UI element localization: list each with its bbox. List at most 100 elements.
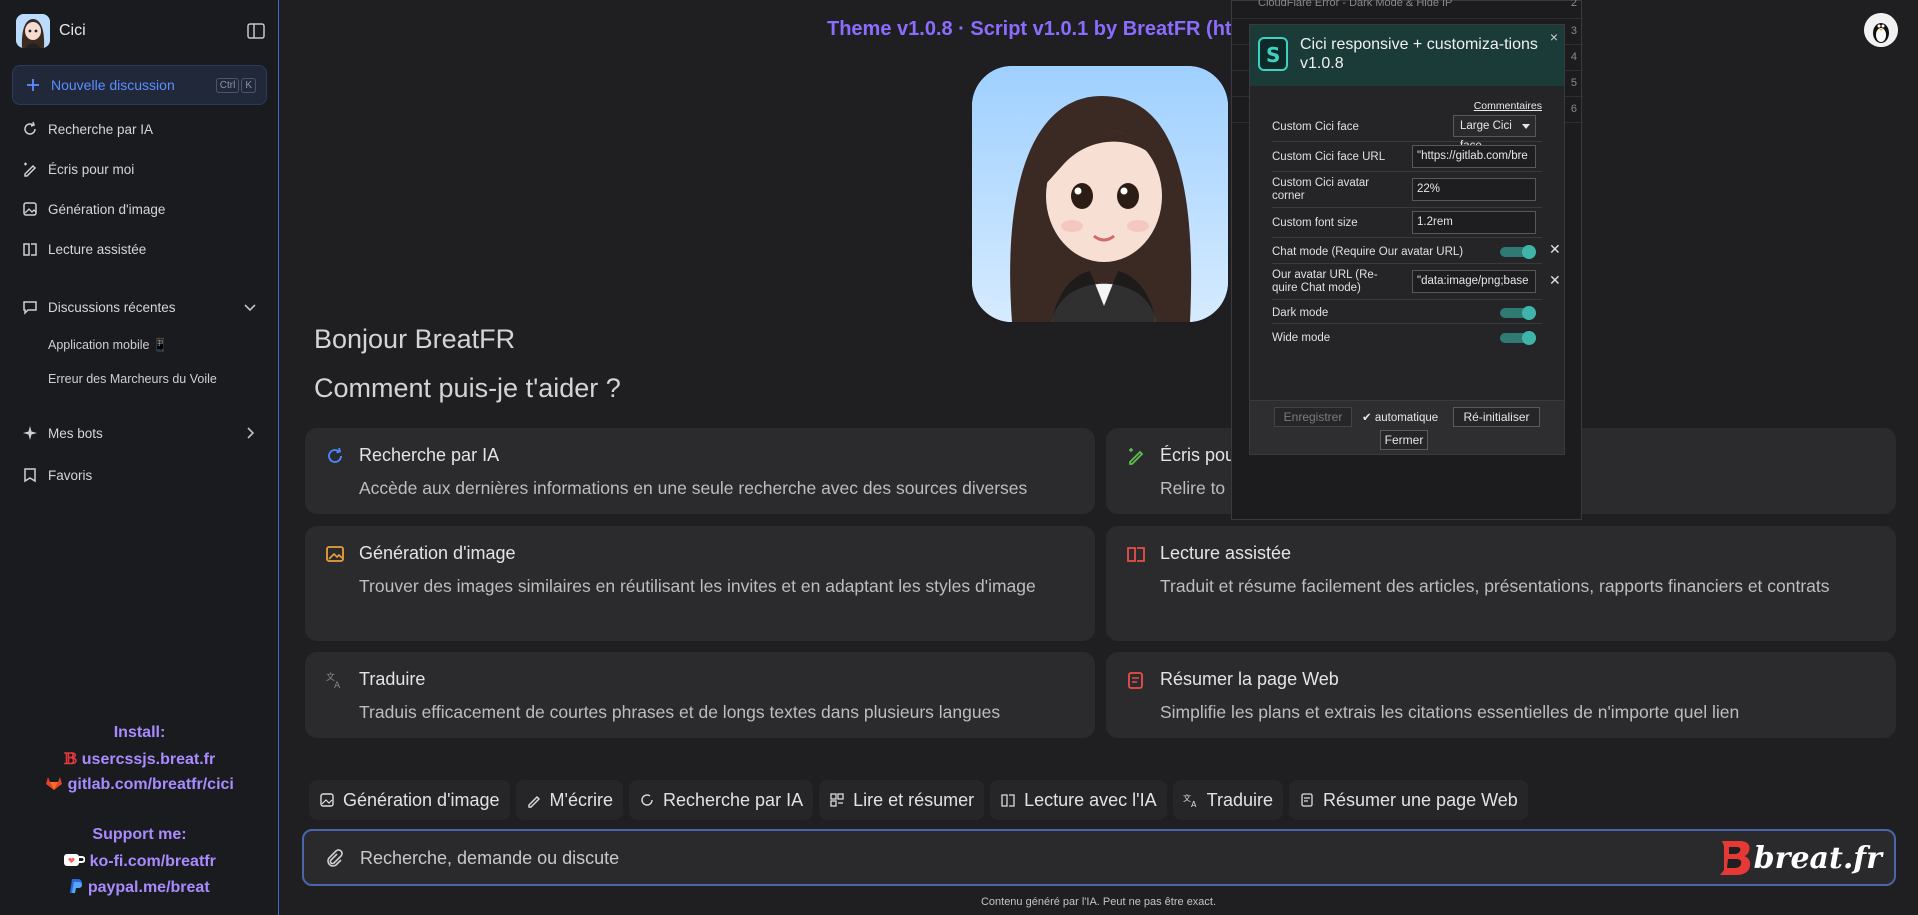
chip-label: Lecture avec l'IA: [1024, 789, 1157, 810]
chip-label: Résumer une page Web: [1323, 789, 1518, 810]
brand-text: breat.fr: [1753, 840, 1882, 876]
cici-logo-avatar[interactable]: [16, 14, 50, 48]
suggestion-card-translate[interactable]: 文A Traduire Traduis efficacement de cour…: [305, 652, 1095, 738]
setting-row-our-avatar: Our avatar URL (Re-quire Chat mode) "dat…: [1272, 264, 1561, 300]
sidebar-item-image-generation[interactable]: Génération d'image: [22, 197, 165, 221]
setting-label: Custom font size: [1272, 217, 1358, 229]
support-link-kofi[interactable]: ko-fi.com/breatfr: [0, 852, 279, 871]
extension-row[interactable]: CloudFlare Error - Dark Mode & Hide IP 2: [1232, 0, 1583, 19]
sidebar-item-assisted-reading[interactable]: Lecture assistée: [22, 237, 146, 261]
chevron-right-icon: [247, 427, 255, 439]
sidebar-item-label: Favoris: [48, 467, 93, 483]
sidebar-item-label: Mes bots: [48, 425, 103, 441]
reset-button[interactable]: Ré-initialiser: [1453, 407, 1540, 427]
dialog-header: S Cici responsive + customiza-tions v1.0…: [1250, 25, 1564, 86]
breat-logo-icon: 𝔹: [63, 749, 78, 768]
close-icon[interactable]: ×: [1550, 29, 1558, 45]
setting-row-corner: Custom Cici avatar corner 22%: [1272, 172, 1542, 208]
card-description: Trouver des images similaires en réutili…: [359, 576, 1036, 596]
chip-label: Génération d'image: [343, 789, 500, 810]
pen-icon: [527, 796, 540, 808]
dark-mode-toggle[interactable]: [1500, 306, 1536, 320]
suggestion-card-assisted-reading[interactable]: Lecture assistée Traduit et résume facil…: [1106, 526, 1896, 641]
chip-translate[interactable]: 文 A Traduire: [1172, 780, 1283, 820]
image-icon: [23, 202, 37, 216]
breat-logo-icon: [1719, 841, 1750, 875]
card-title: Traduire: [359, 669, 426, 689]
font-size-input[interactable]: 1.2rem: [1412, 211, 1536, 234]
user-avatar[interactable]: [1864, 13, 1898, 47]
close-dialog-button[interactable]: Fermer: [1380, 430, 1428, 450]
ai-disclaimer: Contenu généré par l'IA. Peut ne pas êtr…: [980, 896, 1217, 908]
face-url-input[interactable]: "https://gitlab.com/bre: [1412, 145, 1536, 168]
setting-label: Custom Cici avatar corner: [1272, 177, 1370, 202]
card-description: Accède aux dernières informations en une…: [359, 478, 1028, 498]
chevron-down-icon: [244, 304, 256, 312]
sidebar-item-ai-search[interactable]: Recherche par IA: [22, 117, 153, 141]
new-discussion-label: Nouvelle discussion: [51, 77, 175, 93]
sidebar-item-my-bots[interactable]: Mes bots: [22, 421, 257, 445]
install-label: Install:: [113, 724, 166, 741]
recent-discussions-toggle[interactable]: Discussions récentes: [22, 295, 257, 319]
new-discussion-button[interactable]: Nouvelle discussion Ctrl K: [12, 65, 267, 105]
summarize-icon: [1128, 672, 1143, 689]
chip-read-summarize[interactable]: Lire et résumer: [819, 780, 985, 820]
kofi-icon: [64, 854, 86, 866]
setting-label: Chat mode (Require Our avatar URL): [1272, 246, 1464, 258]
dialog-title: Cici responsive + customiza-tions v1.0.8: [1300, 36, 1538, 72]
image-icon: [326, 546, 344, 562]
greeting: Bonjour BreatFR: [314, 324, 516, 354]
recent-discussion-item[interactable]: Application mobile 📱: [48, 338, 168, 353]
auto-save-checkbox[interactable]: ✔ automatique: [1362, 410, 1438, 424]
image-icon: [320, 793, 334, 807]
clear-x-icon[interactable]: ✕: [1549, 272, 1561, 289]
book-icon: [23, 243, 37, 256]
install-link-usercssjs[interactable]: 𝔹 usercssjs.breat.fr: [0, 749, 279, 769]
svg-text:A: A: [334, 681, 341, 690]
extension-row-label: CloudFlare Error - Dark Mode & Hide IP: [1258, 0, 1453, 9]
card-description: Simplifie les plans et extrais les citat…: [1160, 702, 1740, 722]
wide-mode-toggle[interactable]: [1500, 331, 1536, 345]
clear-x-icon[interactable]: ✕: [1549, 241, 1561, 258]
card-title: Génération d'image: [359, 543, 516, 563]
sidebar-toggle-icon[interactable]: [246, 21, 266, 41]
setting-row-chat-mode: Chat mode (Require Our avatar URL) ✕: [1272, 238, 1561, 264]
support-link-paypal[interactable]: paypal.me/breat: [0, 878, 279, 897]
chip-image-generation[interactable]: Génération d'image: [309, 780, 510, 820]
chip-label: Traduire: [1206, 789, 1273, 810]
setting-label: Our avatar URL (Re-quire Chat mode): [1272, 269, 1378, 294]
sidebar-item-write[interactable]: Écris pour moi: [22, 157, 134, 181]
install-link-gitlab[interactable]: gitlab.com/breatfr/cici: [0, 775, 279, 794]
comments-link[interactable]: Commentaires: [1474, 100, 1542, 112]
sidebar-item-favorites[interactable]: Favoris: [22, 463, 92, 487]
avatar-corner-input[interactable]: 22%: [1412, 178, 1536, 201]
face-select[interactable]: Large Cici face: [1453, 115, 1536, 152]
chat-input[interactable]: [360, 844, 1660, 872]
book-icon: [1001, 794, 1015, 807]
app-title: Cici: [59, 22, 86, 39]
attach-icon[interactable]: [324, 848, 344, 868]
summarize-icon: [1301, 793, 1313, 807]
card-title: Recherche par IA: [359, 445, 500, 465]
extension-row-number: 4: [1570, 51, 1577, 63]
suggestion-card-summarize-web[interactable]: Résumer la page Web Simplifie les plans …: [1106, 652, 1896, 738]
setting-label: Wide mode: [1272, 332, 1331, 344]
suggestion-card-image-generation[interactable]: Génération d'image Trouver des images si…: [305, 526, 1095, 641]
save-button[interactable]: Enregistrer: [1274, 407, 1352, 427]
script-settings-dialog: S Cici responsive + customiza-tions v1.0…: [1249, 24, 1565, 455]
extension-row-number: 6: [1570, 103, 1577, 115]
our-avatar-url-input[interactable]: "data:image/png;base: [1412, 270, 1536, 293]
chat-mode-toggle[interactable]: [1500, 245, 1536, 259]
recent-discussion-item[interactable]: Erreur des Marcheurs du Voile: [48, 372, 217, 386]
theme-version-banner: Theme v1.0.8 · Script v1.0.1 by BreatFR …: [827, 18, 1232, 40]
chip-write[interactable]: M'écrire: [515, 780, 623, 820]
chip-ai-search[interactable]: Recherche par IA: [629, 780, 814, 820]
chip-read-with-ai[interactable]: Lecture avec l'IA: [990, 780, 1167, 820]
shortcut-key: K: [241, 78, 256, 93]
chat-input-box: breat.fr: [302, 829, 1896, 886]
chip-summarize-web[interactable]: Résumer une page Web: [1289, 780, 1528, 820]
auto-save-label: automatique: [1374, 412, 1439, 424]
search-ai-icon: [641, 794, 653, 806]
suggestion-card-ai-search[interactable]: Recherche par IA Accède aux dernières in…: [305, 428, 1095, 514]
sparkle-icon: [23, 426, 37, 440]
